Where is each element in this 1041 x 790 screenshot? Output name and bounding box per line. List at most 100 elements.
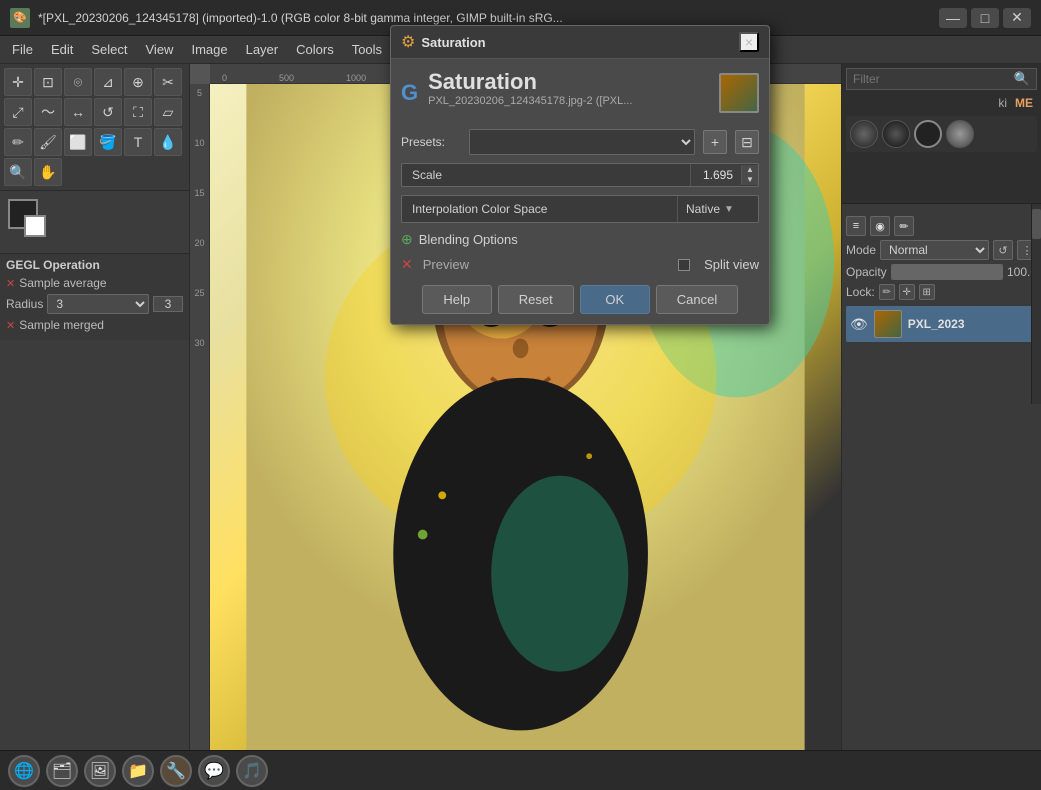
gegl-sample-x[interactable]: ✕ [6,277,15,290]
pencil-tool[interactable]: ✏ [4,128,32,156]
warp-tool[interactable]: 〜 [34,98,62,126]
scroll-thumb[interactable] [1032,209,1041,239]
sat-splitview-label: Split view [704,257,759,272]
ruler-left-5: 5 [197,88,202,98]
sat-scale-spinner: ▲ ▼ [741,165,758,185]
transform-tool[interactable]: ⤢ [4,98,32,126]
menu-view[interactable]: View [138,39,182,60]
menu-file[interactable]: File [4,39,41,60]
filter-input[interactable] [853,72,1014,86]
taskbar-icon-3[interactable]: 🖼 [84,755,116,787]
brush-preview-4[interactable] [946,120,974,148]
sat-interp-select[interactable]: Native ▼ [678,198,758,220]
paintbrush-tool[interactable]: 🖌 [34,128,62,156]
sat-manage-presets-button[interactable]: ⊟ [735,130,759,154]
layer-name: PXL_2023 [908,317,965,331]
sat-preview-x-icon[interactable]: ✕ [401,256,413,273]
scroll-bar[interactable] [1031,204,1041,404]
gegl-radius-row: Radius 3 [6,294,183,314]
paths-icon[interactable]: ✏ [894,216,914,236]
ruler-tick-0: 0 [222,73,227,83]
channels-icon[interactable]: ◉ [870,216,890,236]
taskbar-icon-6[interactable]: 💬 [198,755,230,787]
text-tool[interactable]: T [124,128,152,156]
scissors-tool[interactable]: ✂ [154,68,182,96]
right-label-me: ME [1015,96,1033,110]
menu-colors[interactable]: Colors [288,39,342,60]
brush-preview-3[interactable] [914,120,942,148]
minimize-button[interactable]: — [939,8,967,28]
color-swatches[interactable] [8,199,58,245]
free-select-tool[interactable]: ⊿ [94,68,122,96]
gegl-radius-select[interactable]: 3 [47,294,149,314]
sat-reset-button[interactable]: Reset [498,285,574,314]
window-controls: — □ ✕ [939,8,1031,28]
close-button[interactable]: ✕ [1003,8,1031,28]
sat-scale-down-button[interactable]: ▼ [742,175,758,185]
opacity-label: Opacity [846,265,887,279]
layer-item[interactable]: 👁 PXL_2023 [846,306,1037,342]
taskbar-icon-7[interactable]: 🎵 [236,755,268,787]
background-color[interactable] [24,215,46,237]
gegl-radius-input[interactable] [153,296,183,312]
sat-expand-icon[interactable]: ⊕ [401,231,413,248]
layer-visibility-icon[interactable]: 👁 [850,316,868,333]
maximize-button[interactable]: □ [971,8,999,28]
dropper-tool[interactable]: 💧 [154,128,182,156]
layers-icon[interactable]: ≡ [846,216,866,236]
right-top: 🔍 ki ME [842,64,1041,204]
sat-splitview-checkbox[interactable] [678,259,690,271]
toolbox: ✛ ⊡ ⌾ ⊿ ⊕ ✂ ⤢ 〜 ↔ ↺ ⛶ ▱ ✏ 🖌 ⬜ 🪣 T 💧 🔍 ✋ [0,64,190,750]
sat-title-bar: ⚙ Saturation × [391,26,769,59]
sat-help-button[interactable]: Help [422,285,492,314]
ruler-left-10: 10 [194,138,204,148]
sat-close-button[interactable]: × [739,32,759,52]
mode-select[interactable]: Normal [880,240,989,260]
sat-blend-label: Blending Options [419,232,518,247]
lock-all-icon[interactable]: ⊞ [919,284,935,300]
eraser-tool[interactable]: ⬜ [64,128,92,156]
lock-position-icon[interactable]: ✛ [899,284,915,300]
sat-interp-label: Interpolation Color Space [402,196,678,222]
flip-tool[interactable]: ↔ [64,98,92,126]
mode-reset-icon[interactable]: ↺ [993,240,1013,260]
menu-edit[interactable]: Edit [43,39,81,60]
taskbar-icon-4[interactable]: 📁 [122,755,154,787]
brush-preview-2[interactable] [882,120,910,148]
sat-ok-button[interactable]: OK [580,285,650,314]
menu-select[interactable]: Select [83,39,135,60]
gegl-sample-row: ✕ Sample average [6,276,183,290]
sat-gegl-icon: G [401,80,418,106]
lock-pixels-icon[interactable]: ✏ [879,284,895,300]
ellipse-select-tool[interactable]: ⌾ [64,68,92,96]
taskbar-icon-2[interactable]: 🗂 [46,755,78,787]
brush-preview-1[interactable] [850,120,878,148]
rotate-tool[interactable]: ↺ [94,98,122,126]
sat-presets-label: Presets: [401,135,461,149]
scale-tool[interactable]: ⛶ [124,98,152,126]
layer-thumbnail [874,310,902,338]
sat-scale-up-button[interactable]: ▲ [742,165,758,175]
shear-tool[interactable]: ▱ [154,98,182,126]
pan-tool[interactable]: ✋ [34,158,62,186]
sat-add-preset-button[interactable]: + [703,130,727,154]
menu-layer[interactable]: Layer [238,39,287,60]
opacity-row: Opacity 100.0 [846,264,1037,280]
move-tool[interactable]: ✛ [4,68,32,96]
sat-cancel-button[interactable]: Cancel [656,285,738,314]
rect-select-tool[interactable]: ⊡ [34,68,62,96]
zoom-tool[interactable]: 🔍 [4,158,32,186]
sat-preview-row: ✕ Preview Split view [401,256,759,273]
ruler-left-15: 15 [194,188,204,198]
sat-buttons: Help Reset OK Cancel [401,285,759,314]
gegl-merged-x[interactable]: ✕ [6,319,15,332]
taskbar-icon-5[interactable]: 🔧 [160,755,192,787]
opacity-slider[interactable] [891,264,1003,280]
taskbar-icon-1[interactable]: 🌐 [8,755,40,787]
fuzzy-select-tool[interactable]: ⊕ [124,68,152,96]
bucket-fill-tool[interactable]: 🪣 [94,128,122,156]
menu-image[interactable]: Image [183,39,235,60]
menu-tools[interactable]: Tools [344,39,390,60]
sat-dialog-icon: ⚙ [401,32,415,52]
sat-presets-select[interactable] [469,129,695,155]
